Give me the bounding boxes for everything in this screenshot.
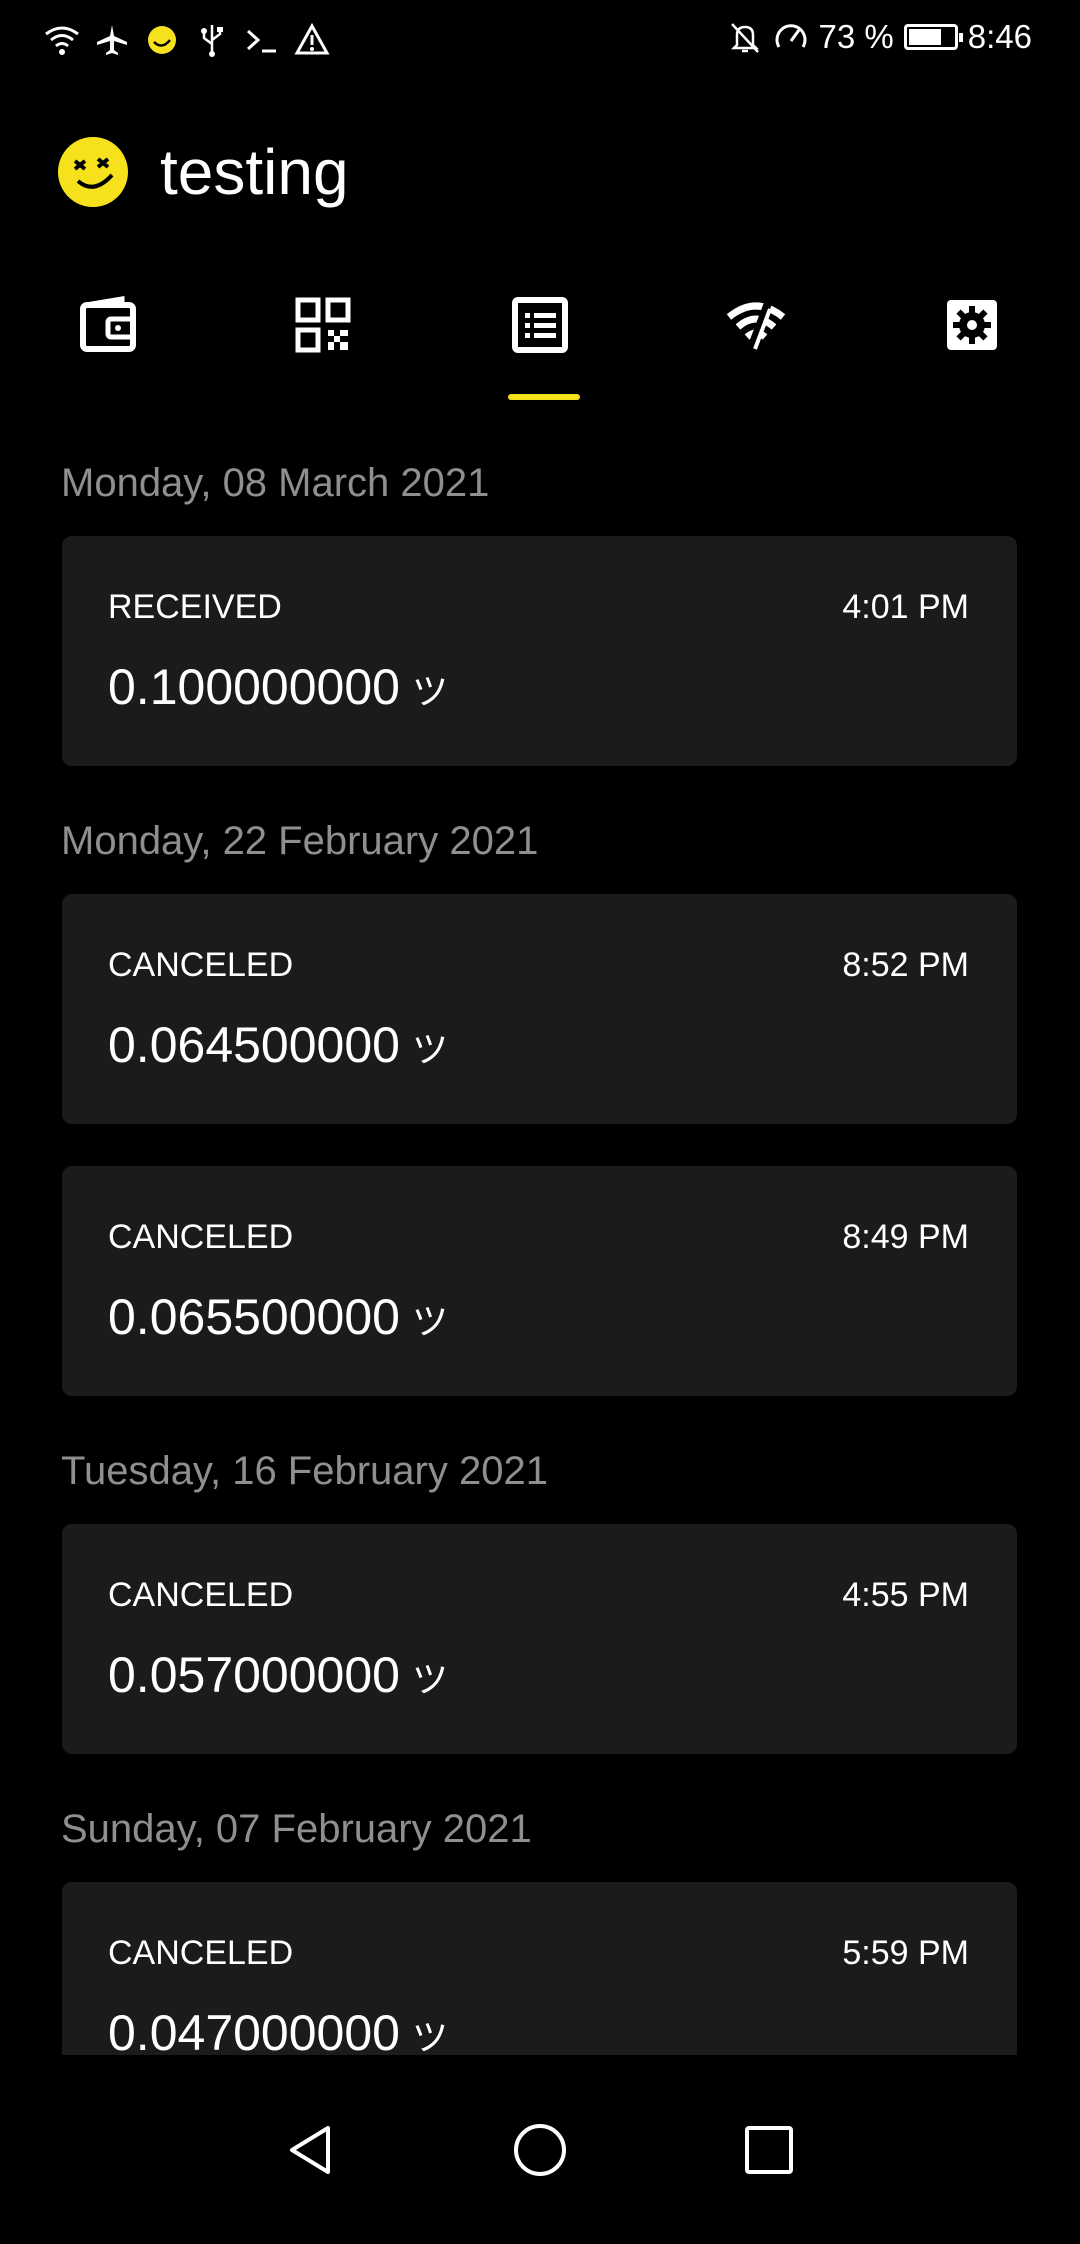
usb-icon xyxy=(201,25,223,57)
home-circle-icon xyxy=(514,2124,566,2176)
date-group: Sunday, 07 February 2021 CANCELED 5:59 P… xyxy=(0,1794,1080,2055)
wallet-title: testing xyxy=(160,136,349,208)
home-button[interactable] xyxy=(495,2105,585,2195)
transaction-card[interactable]: RECEIVED 4:01 PM 0.100000000 ツ xyxy=(62,536,1017,766)
transaction-amount-row: 0.047000000 ツ xyxy=(108,2004,448,2055)
transaction-status: CANCELED xyxy=(108,1576,294,1614)
transaction-amount-row: 0.065500000 ツ xyxy=(108,1288,448,1346)
battery-percent: 73 % xyxy=(818,18,894,55)
transaction-status: CANCELED xyxy=(108,1934,294,1972)
tab-qr-code[interactable] xyxy=(253,285,393,400)
wifi-icon xyxy=(45,26,79,55)
transaction-amount: 0.057000000 xyxy=(108,1647,400,1703)
system-navigation-bar xyxy=(0,2055,1080,2244)
currency-symbol: ツ xyxy=(411,671,448,712)
notifications-off-icon xyxy=(730,23,759,53)
gear-icon xyxy=(947,300,997,350)
currency-symbol: ツ xyxy=(411,1659,448,1700)
list-icon xyxy=(512,297,568,353)
airplane-icon xyxy=(97,25,127,55)
date-group: Monday, 22 February 2021 CANCELED 8:52 P… xyxy=(0,806,1080,1396)
transaction-time: 8:49 PM xyxy=(842,1218,969,1256)
currency-symbol: ツ xyxy=(411,1029,448,1070)
transaction-amount: 0.100000000 xyxy=(108,659,400,715)
transaction-amount: 0.065500000 xyxy=(108,1289,400,1345)
battery-level xyxy=(908,29,941,45)
transaction-amount-row: 0.057000000 ツ xyxy=(108,1646,448,1704)
terminal-icon xyxy=(246,29,276,53)
wifi-off-icon xyxy=(726,301,786,353)
currency-symbol: ツ xyxy=(411,2017,448,2055)
smiley-logo-icon xyxy=(58,137,128,207)
date-group: Monday, 08 March 2021 RECEIVED 4:01 PM 0… xyxy=(0,448,1080,766)
transaction-time: 5:59 PM xyxy=(842,1934,969,1972)
status-bar-left xyxy=(44,22,330,58)
transaction-card[interactable]: CANCELED 8:52 PM 0.064500000 ツ xyxy=(62,894,1017,1124)
date-heading: Monday, 08 March 2021 xyxy=(61,461,490,505)
transaction-card[interactable]: CANCELED 5:59 PM 0.047000000 ツ xyxy=(62,1882,1017,2055)
back-button[interactable] xyxy=(265,2105,355,2195)
recents-button[interactable] xyxy=(724,2105,814,2195)
transaction-card[interactable]: CANCELED 4:55 PM 0.057000000 ツ xyxy=(62,1524,1017,1754)
clock: 8:46 xyxy=(967,18,1032,55)
tab-transactions[interactable] xyxy=(470,285,610,400)
tab-network[interactable] xyxy=(686,285,826,400)
selected-tab-indicator xyxy=(508,394,580,400)
transaction-status: CANCELED xyxy=(108,946,294,984)
transaction-amount-row: 0.100000000 ツ xyxy=(108,658,448,716)
warning-icon xyxy=(294,22,330,55)
transaction-time: 8:52 PM xyxy=(842,946,969,984)
transaction-feed[interactable]: Monday, 08 March 2021 RECEIVED 4:01 PM 0… xyxy=(0,440,1080,2055)
app-header: testing xyxy=(58,134,349,210)
date-heading: Sunday, 07 February 2021 xyxy=(61,1807,532,1851)
battery-icon xyxy=(903,24,963,50)
transaction-amount: 0.047000000 xyxy=(108,2005,400,2055)
transaction-amount: 0.064500000 xyxy=(108,1017,400,1073)
transaction-status: CANCELED xyxy=(108,1218,294,1256)
transaction-time: 4:55 PM xyxy=(842,1576,969,1614)
transaction-status: RECEIVED xyxy=(108,588,282,626)
transaction-card[interactable]: CANCELED 8:49 PM 0.065500000 ツ xyxy=(62,1166,1017,1396)
date-heading: Tuesday, 16 February 2021 xyxy=(61,1449,548,1493)
tab-bar xyxy=(0,285,1080,400)
date-group: Tuesday, 16 February 2021 CANCELED 4:55 … xyxy=(0,1436,1080,1754)
date-heading: Monday, 22 February 2021 xyxy=(61,819,539,863)
back-triangle-icon xyxy=(290,2126,330,2174)
wallet-icon xyxy=(80,296,136,352)
status-bar: 73 % 8:46 xyxy=(0,0,1080,86)
recents-square-icon xyxy=(745,2126,793,2174)
transaction-time: 4:01 PM xyxy=(842,588,969,626)
status-bar-right: 73 % 8:46 xyxy=(727,18,1032,56)
app-notification-icon xyxy=(148,26,176,54)
tab-settings[interactable] xyxy=(902,285,1042,400)
speed-icon xyxy=(775,24,806,48)
qr-code-icon xyxy=(295,297,351,353)
transaction-amount-row: 0.064500000 ツ xyxy=(108,1016,448,1074)
tab-wallet[interactable] xyxy=(38,285,178,400)
currency-symbol: ツ xyxy=(411,1301,448,1342)
